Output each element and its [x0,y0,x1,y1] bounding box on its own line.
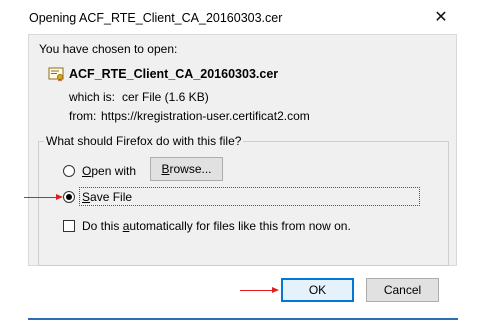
save-file-radio[interactable] [63,191,75,203]
auto-text-post: utomatically for files like this from no… [129,219,351,233]
auto-text-pre: Do this [82,219,123,233]
certificate-file-icon [48,67,64,82]
open-with-mnemonic: O [82,164,92,178]
open-with-text: pen with [91,164,137,178]
which-is-value: cer File (1.6 KB) [122,90,209,104]
open-with-label[interactable]: Open with [82,164,136,178]
from-value: https://kregistration-user.certificat2.c… [101,109,310,123]
chosen-heading: You have chosen to open: [39,42,178,56]
window-bottom-border [28,318,458,320]
save-file-text: ave File [90,190,133,204]
ok-button[interactable]: OK [281,278,354,302]
ok-arrow-icon [272,287,279,293]
save-file-label[interactable]: Save File [82,190,132,204]
close-icon[interactable]: ✕ [428,4,454,30]
ok-arrow-line [240,290,274,291]
save-file-mnemonic: S [82,190,91,204]
cancel-button[interactable]: Cancel [366,278,439,302]
auto-label[interactable]: Do this automatically for files like thi… [82,219,351,233]
dialog-title: Opening ACF_RTE_Client_CA_20160303.cer [29,11,283,25]
open-with-radio[interactable] [63,165,75,177]
browse-button[interactable]: Browse... [150,157,223,181]
browse-text: rowse... [169,162,212,176]
save-arrow-icon [56,194,63,200]
auto-checkbox[interactable] [63,220,75,232]
browse-mnemonic: B [161,162,170,176]
from-label: from: [69,109,97,123]
which-is-label: which is: [69,90,116,104]
group-label: What should Firefox do with this file? [44,134,244,148]
file-name: ACF_RTE_Client_CA_20160303.cer [69,67,279,81]
save-arrow-line [24,197,58,198]
